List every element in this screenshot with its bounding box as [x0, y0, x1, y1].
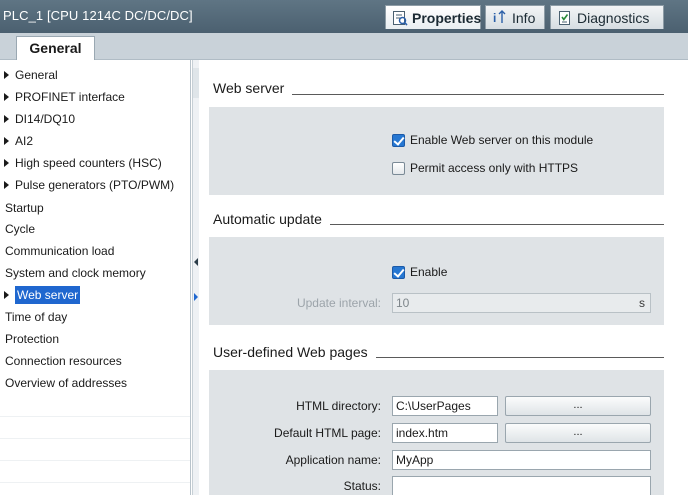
title-bar: PLC_1 [CPU 1214C DC/DC/DC] Properties i … — [0, 0, 688, 33]
update-interval-input[interactable]: 10 s — [392, 293, 651, 313]
nav-divider — [0, 416, 190, 417]
tab-general[interactable]: General — [16, 36, 95, 61]
nav-item-label: PROFINET interface — [15, 90, 125, 104]
panel-splitter[interactable] — [192, 60, 199, 495]
enable-web-server-checkbox[interactable] — [392, 134, 405, 147]
nav-item-label: Startup — [5, 201, 44, 215]
tab-info[interactable]: i Info — [485, 5, 545, 29]
default-html-page-input[interactable]: index.htm — [392, 423, 498, 443]
diagnostics-icon — [557, 10, 573, 26]
svg-text:i: i — [493, 11, 496, 25]
expand-arrow-icon[interactable] — [4, 181, 9, 189]
expand-arrow-icon[interactable] — [4, 71, 9, 79]
expand-arrow-icon[interactable] — [4, 115, 9, 123]
properties-content: Web server Enable Web server on this mod… — [200, 60, 688, 495]
scrollbar-thumb[interactable] — [193, 68, 199, 98]
html-directory-input[interactable]: C:\UserPages — [392, 396, 498, 416]
https-only-label: Permit access only with HTTPS — [410, 161, 579, 175]
application-name-label: Application name: — [285, 453, 381, 467]
update-interval-label: Update interval: — [296, 296, 381, 310]
nav-item-di14-dq10[interactable]: DI14/DQ10 — [0, 108, 190, 130]
application-name-input[interactable]: MyApp — [392, 450, 651, 470]
nav-item-system-clock-memory[interactable]: System and clock memory — [0, 262, 190, 284]
nav-item-ai2[interactable]: AI2 — [0, 130, 190, 152]
section-title-user-web-pages: User-defined Web pages — [213, 344, 376, 360]
window-title: PLC_1 [CPU 1214C DC/DC/DC] — [3, 8, 193, 23]
update-interval-value: 10 — [396, 296, 410, 310]
nav-item-label: Communication load — [5, 244, 115, 258]
tab-properties-label: Properties — [412, 9, 482, 26]
info-icon: i — [492, 9, 508, 26]
nav-item-label: System and clock memory — [5, 266, 146, 280]
nav-item-label: Overview of addresses — [5, 376, 128, 390]
nav-item-cycle[interactable]: Cycle — [0, 218, 190, 240]
nav-divider — [0, 460, 190, 461]
nav-divider — [0, 438, 190, 439]
automatic-update-panel: Enable Update interval: 10 s — [209, 237, 664, 325]
nav-item-label: General — [15, 68, 58, 82]
nav-divider — [0, 482, 190, 483]
enable-update-label: Enable — [410, 265, 448, 279]
nav-item-connection-resources[interactable]: Connection resources — [0, 350, 190, 372]
section-title-web-server: Web server — [213, 80, 293, 96]
nav-item-label: Time of day — [5, 310, 68, 324]
nav-item-label: Cycle — [5, 222, 36, 236]
tab-strip: General — [0, 33, 688, 61]
update-interval-unit: s — [639, 296, 645, 310]
nav-item-communication-load[interactable]: Communication load — [0, 240, 190, 262]
nav-item-high-speed-counters[interactable]: High speed counters (HSC) — [0, 152, 190, 174]
nav-item-pulse-generators[interactable]: Pulse generators (PTO/PWM) — [0, 174, 190, 196]
browse-html-directory-button[interactable]: ... — [505, 396, 651, 416]
enable-web-server-label: Enable Web server on this module — [410, 133, 594, 147]
nav-item-label: Pulse generators (PTO/PWM) — [15, 178, 175, 192]
nav-item-profinet-interface[interactable]: PROFINET interface — [0, 86, 190, 108]
expand-arrow-icon[interactable] — [4, 93, 9, 101]
section-title-automatic-update: Automatic update — [213, 211, 330, 227]
tab-diagnostics-label: Diagnostics — [577, 9, 650, 26]
nav-item-label: DI14/DQ10 — [15, 112, 76, 126]
enable-update-checkbox[interactable] — [392, 266, 405, 279]
selection-marker-icon — [194, 293, 198, 301]
status-label: Status: — [343, 479, 381, 493]
nav-item-overview-of-addresses[interactable]: Overview of addresses — [0, 372, 190, 394]
expand-arrow-icon[interactable] — [4, 291, 9, 299]
tab-diagnostics[interactable]: Diagnostics — [550, 5, 664, 29]
nav-item-time-of-day[interactable]: Time of day — [0, 306, 190, 328]
nav-item-label: High speed counters (HSC) — [15, 156, 162, 170]
browse-default-page-button[interactable]: ... — [505, 423, 651, 443]
status-field — [392, 476, 651, 495]
properties-icon — [392, 10, 408, 26]
web-server-panel: Enable Web server on this module Permit … — [209, 107, 664, 195]
nav-item-label: Connection resources — [5, 354, 122, 368]
https-only-checkbox[interactable] — [392, 162, 405, 175]
nav-item-label: AI2 — [15, 134, 34, 148]
tab-info-label: Info — [512, 9, 536, 26]
nav-item-web-server[interactable]: Web server — [0, 284, 190, 306]
navigation-tree: General PROFINET interface DI14/DQ10 AI2… — [0, 60, 191, 495]
nav-item-protection[interactable]: Protection — [0, 328, 190, 350]
html-directory-label: HTML directory: — [296, 399, 381, 413]
user-web-pages-panel: HTML directory: C:\UserPages ... Default… — [209, 370, 664, 495]
default-html-page-label: Default HTML page: — [274, 426, 381, 440]
nav-item-label: Web server — [15, 286, 81, 304]
nav-item-general[interactable]: General — [0, 64, 190, 86]
tab-properties[interactable]: Properties — [385, 5, 481, 29]
expand-arrow-icon[interactable] — [4, 159, 9, 167]
collapse-left-icon[interactable] — [194, 258, 198, 266]
nav-item-label: Protection — [5, 332, 60, 346]
expand-arrow-icon[interactable] — [4, 137, 9, 145]
nav-item-startup[interactable]: Startup — [0, 197, 190, 219]
